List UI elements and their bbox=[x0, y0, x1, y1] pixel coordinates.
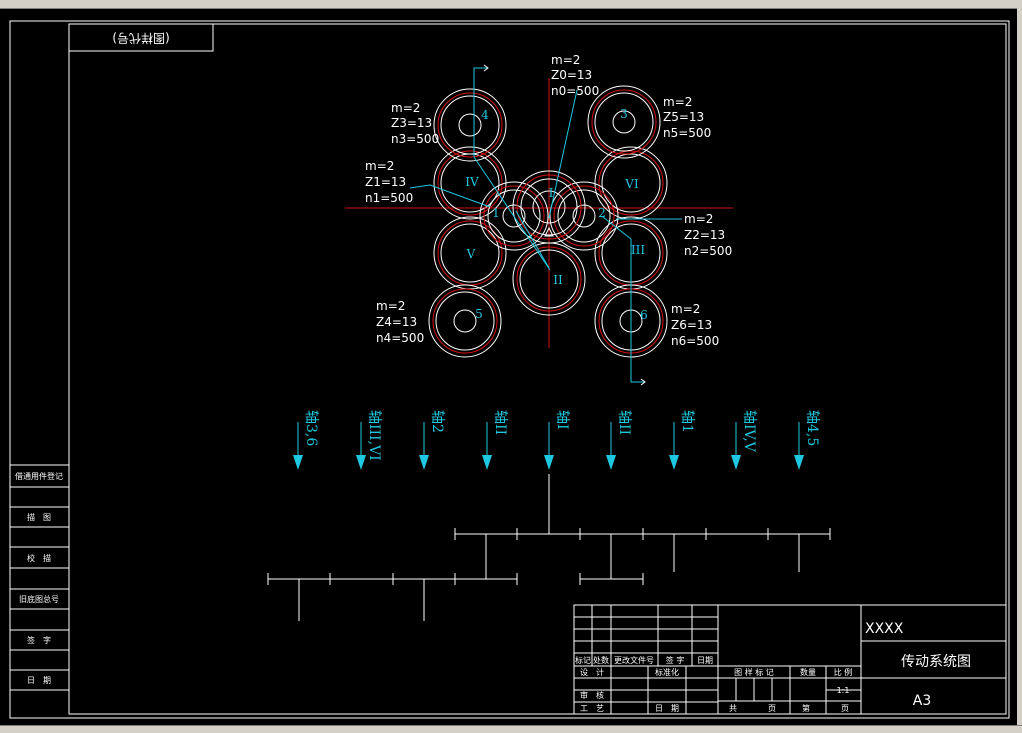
gear-param: n5=500 bbox=[663, 126, 711, 140]
gear-param: n6=500 bbox=[671, 334, 719, 348]
shaft-label: 轴III,VI bbox=[366, 410, 382, 461]
gear-label: V bbox=[466, 247, 476, 261]
gear-param: Z2=13 bbox=[684, 228, 725, 242]
tb-sheet: 第 bbox=[802, 703, 810, 713]
drawing-name: 传动系统图 bbox=[901, 654, 971, 670]
arrow-down-icon bbox=[293, 455, 303, 470]
arrow-down-icon bbox=[356, 455, 366, 470]
tb-header: 更改文件号 bbox=[614, 655, 654, 665]
arrow-down-icon bbox=[731, 455, 741, 470]
gear-param: m=2 bbox=[365, 159, 394, 173]
shaft-label: 轴4,5 bbox=[804, 410, 820, 446]
gear-param: Z4=13 bbox=[376, 315, 417, 329]
gear-label: 1 bbox=[492, 206, 500, 220]
tb-header: 图 样 标 记 bbox=[734, 667, 774, 677]
gear-4 bbox=[433, 88, 507, 162]
shaft-label: 轴1 bbox=[679, 410, 695, 433]
gear-param: Z3=13 bbox=[391, 116, 432, 130]
tb-row-label: 工 艺 bbox=[580, 704, 604, 713]
gear-param: m=2 bbox=[376, 299, 405, 313]
gear-param: m=2 bbox=[671, 302, 700, 316]
tb-sheet: 共 bbox=[729, 704, 737, 713]
tb-row-label: 日 期 bbox=[655, 704, 679, 713]
gear-5 bbox=[428, 284, 502, 358]
tb-header: 处数 bbox=[593, 655, 609, 665]
arrow-down-icon bbox=[606, 455, 616, 470]
gear-param: n3=500 bbox=[391, 132, 439, 146]
gear-param: Z6=13 bbox=[671, 318, 712, 332]
tb-header: 数量 bbox=[800, 667, 816, 677]
tb-header: 签 字 bbox=[666, 655, 685, 665]
gear-label: 3 bbox=[620, 107, 628, 121]
leader-lines bbox=[409, 67, 682, 383]
shaft-label: 轴2 bbox=[429, 410, 445, 433]
tb-row-label: 审 核 bbox=[580, 690, 604, 700]
tb-sheet: 页 bbox=[841, 704, 849, 713]
gear-param: n2=500 bbox=[684, 244, 732, 258]
cad-drawing[interactable]: (图样代号) 借通用件登记 描 图 校 描 旧底图总号 签 字 日 期 IV V… bbox=[0, 0, 1017, 725]
inner-border bbox=[68, 23, 1007, 715]
tb-header: 比 例 bbox=[834, 667, 853, 677]
gear-label: IV bbox=[465, 175, 479, 189]
gear-param: Z1=13 bbox=[365, 175, 406, 189]
outer-border bbox=[9, 20, 1010, 719]
gear-param: m=2 bbox=[663, 95, 692, 109]
gear-label: III bbox=[631, 243, 645, 257]
arrow-down-icon bbox=[419, 455, 429, 470]
gear-label: 4 bbox=[481, 108, 489, 122]
gear-label: 5 bbox=[475, 307, 483, 321]
gear-param: Z5=13 bbox=[663, 110, 704, 124]
left-panel: 借通用件登记 描 图 校 描 旧底图总号 签 字 日 期 bbox=[10, 464, 69, 691]
tb-sheet: 页 bbox=[768, 704, 776, 713]
scale-value: 1:1 bbox=[837, 686, 850, 695]
gear-label: 6 bbox=[640, 308, 648, 322]
transmission-tree bbox=[267, 474, 831, 621]
gear-param: n1=500 bbox=[365, 191, 413, 205]
tb-row-label: 设 计 bbox=[580, 667, 604, 677]
left-label: 校 描 bbox=[27, 553, 51, 563]
gear-label: II bbox=[553, 273, 563, 287]
tb-row-label: 标准化 bbox=[655, 667, 679, 677]
left-label: 描 图 bbox=[27, 512, 51, 522]
left-label: 日 期 bbox=[27, 676, 51, 685]
scrollbar[interactable] bbox=[1017, 8, 1022, 725]
left-label: 借通用件登记 bbox=[15, 471, 63, 481]
arrow-down-icon bbox=[794, 455, 804, 470]
shaft-label: 轴II bbox=[616, 410, 632, 435]
shaft-label: 轴3,6 bbox=[303, 410, 319, 446]
gear-param: n0=500 bbox=[551, 84, 599, 98]
gear-param: n4=500 bbox=[376, 331, 424, 345]
arrow-down-icon bbox=[544, 455, 554, 470]
gear-param: m=2 bbox=[391, 101, 420, 115]
company-name: XXXX bbox=[865, 621, 904, 637]
gear-param: m=2 bbox=[551, 53, 580, 67]
title-tag: (图样代号) bbox=[112, 31, 169, 46]
gear-label: VI bbox=[624, 177, 639, 191]
gear-param: Z0=13 bbox=[551, 68, 592, 82]
tb-header: 标记 bbox=[575, 655, 591, 665]
shaft-label: 轴II bbox=[492, 410, 508, 435]
gear-param: m=2 bbox=[684, 212, 713, 226]
gear-label: I bbox=[549, 186, 554, 200]
left-label: 旧底图总号 bbox=[19, 594, 59, 604]
shaft-label: 轴IV,V bbox=[741, 410, 757, 453]
arrow-down-icon bbox=[482, 455, 492, 470]
shaft-label: 轴I bbox=[554, 410, 570, 430]
tb-header: 日期 bbox=[697, 656, 713, 665]
arrow-down-icon bbox=[669, 455, 679, 470]
left-label: 签 字 bbox=[27, 635, 51, 645]
paper-size: A3 bbox=[913, 693, 931, 709]
